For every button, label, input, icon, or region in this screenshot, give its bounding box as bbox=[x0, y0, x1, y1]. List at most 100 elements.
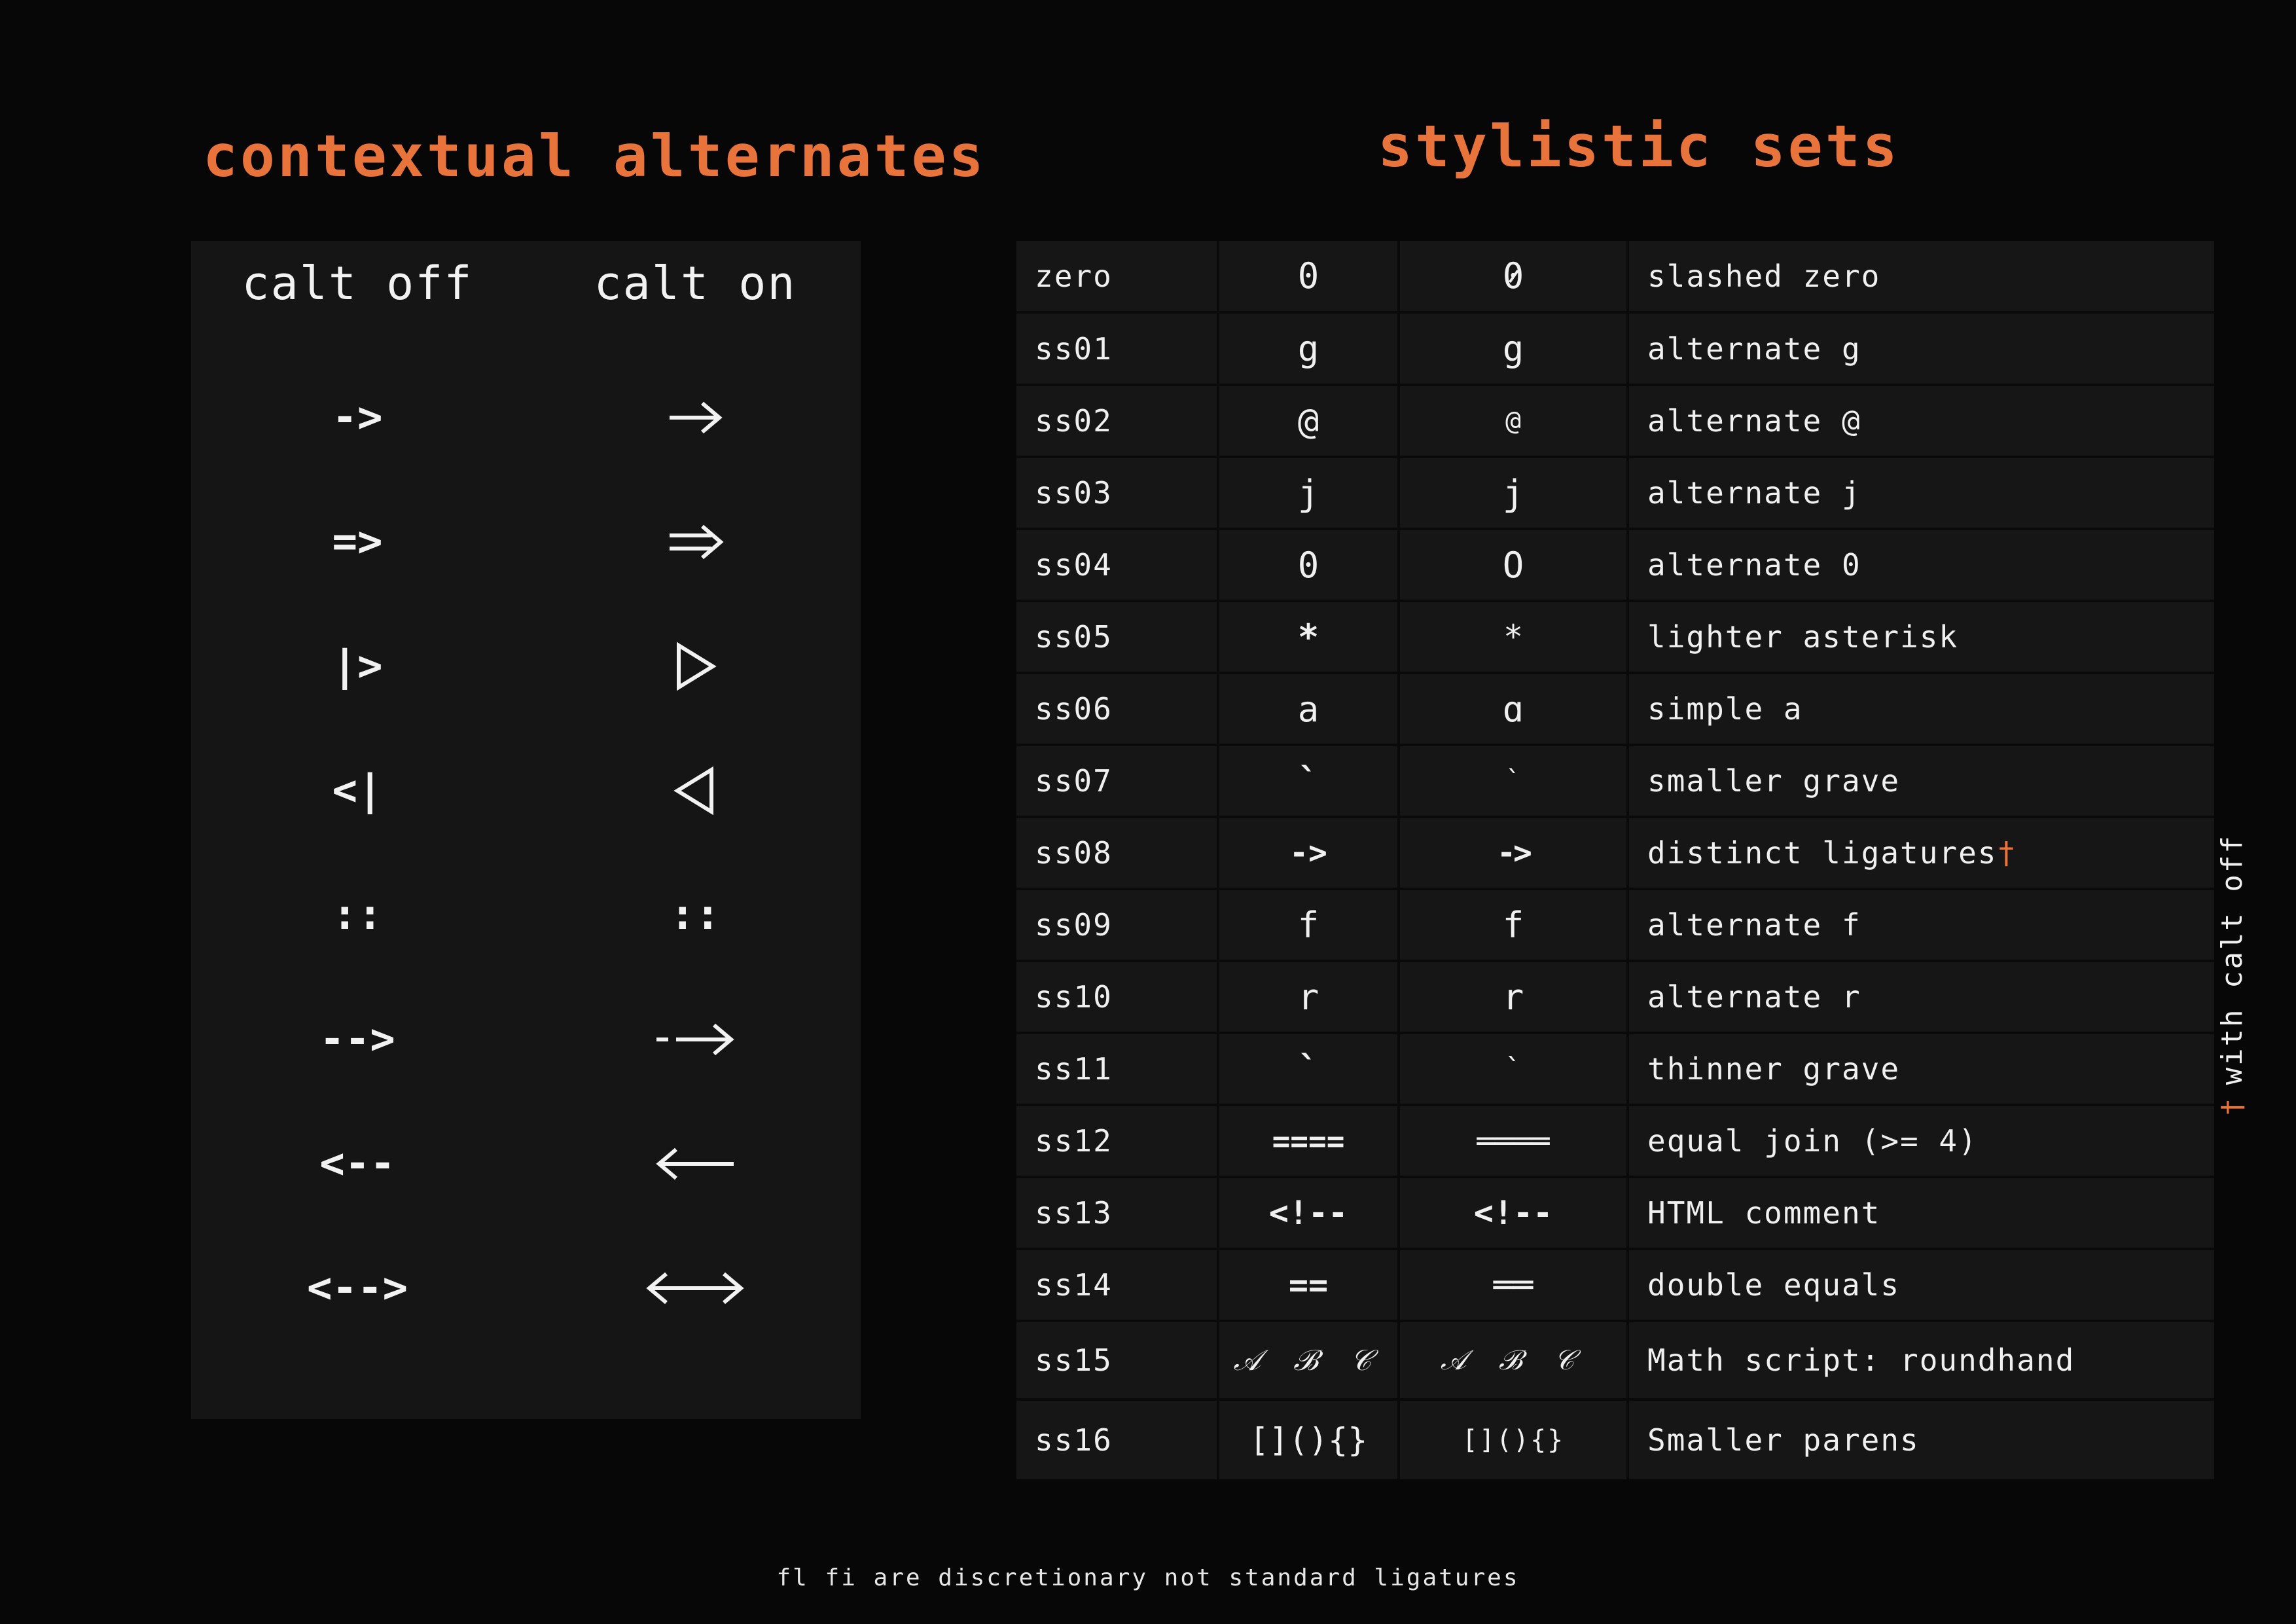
glyph-default: f bbox=[1217, 890, 1397, 960]
calt-row: :: :: bbox=[191, 873, 861, 958]
calt-off-glyph: --> bbox=[319, 1015, 395, 1064]
feature-tag: ss09 bbox=[1035, 907, 1113, 943]
feature-description-text: distinct ligatures bbox=[1647, 835, 1998, 871]
glyph-default: * bbox=[1217, 602, 1397, 672]
table-row: ss16 [](){} [](){} Smaller parens bbox=[1016, 1401, 2214, 1479]
glyph-default: ` bbox=[1217, 746, 1397, 816]
feature-description: Math script: roundhand bbox=[1626, 1322, 2214, 1398]
glyph-alternate-text: ` bbox=[1505, 766, 1522, 796]
glyph-default-text: [](){} bbox=[1249, 1421, 1368, 1459]
glyph-alternate-text: <!-- bbox=[1473, 1194, 1553, 1232]
calt-off-footnote: † with calt off bbox=[2215, 834, 2249, 1116]
glyph-default: [](){} bbox=[1217, 1401, 1397, 1479]
feature-tag: ss04 bbox=[1035, 547, 1113, 583]
feature-tag: ss12 bbox=[1035, 1123, 1113, 1159]
calt-row: --> bbox=[191, 997, 861, 1082]
glyph-default-text: -> bbox=[1289, 835, 1327, 871]
table-row: zero 0 0 slashed zero bbox=[1016, 241, 2214, 314]
feature-description: alternate r bbox=[1626, 962, 2214, 1032]
double-arrow-right-icon bbox=[531, 499, 859, 585]
single-arrow-right-icon bbox=[531, 375, 859, 460]
triangle-right-icon bbox=[531, 624, 859, 709]
table-row: ss14 == ══ double equals bbox=[1016, 1250, 2214, 1322]
table-row: ss05 * * lighter asterisk bbox=[1016, 602, 2214, 674]
calt-row: -> bbox=[191, 375, 861, 460]
feature-description: smaller grave bbox=[1626, 746, 2214, 816]
glyph-alternate: ══ bbox=[1397, 1250, 1626, 1320]
feature-description: alternate j bbox=[1626, 458, 2214, 528]
table-row: ss07 ` ` smaller grave bbox=[1016, 746, 2214, 818]
feature-description: distinct ligatures † bbox=[1626, 818, 2214, 888]
glyph-alternate: @ bbox=[1397, 386, 1626, 456]
calt-off-glyph: -> bbox=[332, 393, 383, 442]
table-row: ss04 0 O alternate 0 bbox=[1016, 530, 2214, 602]
glyph-alternate: ` bbox=[1397, 1034, 1626, 1104]
feature-description: simple a bbox=[1626, 674, 2214, 744]
glyph-default: 𝒜 ℬ 𝒞 bbox=[1217, 1322, 1397, 1398]
glyph-alternate: 0 bbox=[1397, 241, 1626, 311]
calt-off-glyph: => bbox=[332, 518, 383, 566]
calt-off-glyph: <-- bbox=[319, 1140, 395, 1188]
feature-tag: ss03 bbox=[1035, 475, 1113, 511]
glyph-alternate: O bbox=[1397, 530, 1626, 600]
glyph-alternate: ɑ bbox=[1397, 674, 1626, 744]
table-row: ss12 ==== ════ equal join (>= 4) bbox=[1016, 1106, 2214, 1178]
glyph-default: == bbox=[1217, 1250, 1397, 1320]
glyph-alternate: j bbox=[1397, 458, 1626, 528]
calt-off-glyph: :: bbox=[332, 891, 383, 939]
table-row: ss11 ` ` thinner grave bbox=[1016, 1034, 2214, 1106]
dagger-mark: † bbox=[1997, 835, 2017, 871]
calt-panel: calt off calt on -> => |> <| :: :: --> <… bbox=[191, 241, 861, 1419]
feature-description: alternate 0 bbox=[1626, 530, 2214, 600]
feature-tag: ss02 bbox=[1035, 403, 1113, 439]
glyph-alternate-text: * bbox=[1503, 618, 1524, 656]
footnote-text: with calt off bbox=[2215, 834, 2249, 1085]
glyph-default: -> bbox=[1217, 818, 1397, 888]
glyph-default: 0 bbox=[1217, 530, 1397, 600]
table-row: ss09 f f alternate f bbox=[1016, 890, 2214, 962]
table-row: ss10 r r alternate r bbox=[1016, 962, 2214, 1034]
glyph-default-text: * bbox=[1297, 616, 1319, 658]
glyph-alternate: -> bbox=[1397, 818, 1626, 888]
glyph-default-text: ` bbox=[1297, 1048, 1319, 1090]
table-row: ss06 a ɑ simple a bbox=[1016, 674, 2214, 746]
feature-tag: ss08 bbox=[1035, 835, 1113, 871]
long-double-headed-arrow-icon bbox=[531, 1246, 859, 1331]
table-row: ss03 j j alternate j bbox=[1016, 458, 2214, 530]
glyph-alternate-text: [](){} bbox=[1462, 1425, 1565, 1455]
table-row: ss15 𝒜 ℬ 𝒞 𝒜 ℬ 𝒞 Math script: roundhand bbox=[1016, 1322, 2214, 1401]
feature-tag: zero bbox=[1035, 258, 1113, 294]
glyph-default-text: ` bbox=[1297, 760, 1319, 802]
long-arrow-left-icon bbox=[531, 1121, 859, 1206]
feature-description: Smaller parens bbox=[1626, 1401, 2214, 1479]
glyph-alternate: <!-- bbox=[1397, 1178, 1626, 1248]
calt-off-glyph: |> bbox=[332, 642, 383, 691]
glyph-alternate-text: ══ bbox=[1493, 1266, 1534, 1304]
table-row: ss02 @ @ alternate @ bbox=[1016, 386, 2214, 458]
glyph-default: ==== bbox=[1217, 1106, 1397, 1176]
feature-description: slashed zero bbox=[1626, 241, 2214, 311]
feature-description: thinner grave bbox=[1626, 1034, 2214, 1104]
glyph-alternate-text: -> bbox=[1497, 835, 1532, 871]
footer-note: fl fi are discretionary not standard lig… bbox=[776, 1564, 1520, 1591]
feature-tag: ss14 bbox=[1035, 1267, 1113, 1303]
calt-row: <-- bbox=[191, 1121, 861, 1206]
feature-tag: ss06 bbox=[1035, 691, 1113, 727]
calt-row: => bbox=[191, 499, 861, 585]
glyph-alternate-text: @ bbox=[1505, 406, 1522, 436]
table-row: ss01 g g alternate g bbox=[1016, 314, 2214, 386]
glyph-alternate: * bbox=[1397, 602, 1626, 672]
feature-tag: ss05 bbox=[1035, 619, 1113, 655]
glyph-default: ` bbox=[1217, 1034, 1397, 1104]
feature-tag: ss13 bbox=[1035, 1195, 1113, 1231]
feature-description: HTML comment bbox=[1626, 1178, 2214, 1248]
glyph-alternate-text: 𝒜 ℬ 𝒞 bbox=[1440, 1344, 1587, 1376]
contextual-alternates-title: contextual alternates bbox=[203, 122, 986, 190]
glyph-default: g bbox=[1217, 314, 1397, 384]
calt-row: <--> bbox=[191, 1246, 861, 1331]
glyph-default: @ bbox=[1217, 386, 1397, 456]
feature-tag: ss10 bbox=[1035, 979, 1113, 1015]
glyph-alternate: g bbox=[1397, 314, 1626, 384]
glyph-default-text: ==== bbox=[1272, 1123, 1345, 1159]
feature-tag: ss11 bbox=[1035, 1051, 1113, 1087]
